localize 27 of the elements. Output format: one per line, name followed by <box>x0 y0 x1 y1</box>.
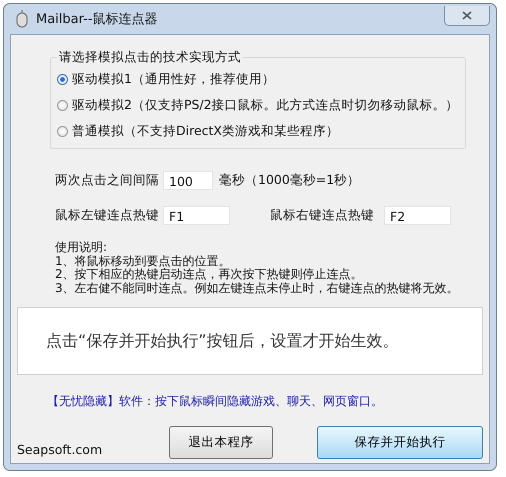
interval-label: 两次点击之间间隔 <box>55 172 159 189</box>
radio-button[interactable] <box>57 126 68 136</box>
group-title: 请选择模拟点击的技术实现方式 <box>58 49 242 66</box>
notice-text: 点击“保存并开始执行”按钮后，设置才开始生效。 <box>46 330 399 352</box>
instruction-line: 1、将鼠标移动到要点击的位置。 <box>55 254 232 268</box>
radio-button[interactable] <box>57 100 68 110</box>
radio-option[interactable]: 驱动模拟1（通用性好，推荐使用） <box>57 66 459 92</box>
instruction-line: 2、按下相应的热键启动连点，再次按下热键则停止连点。 <box>55 268 364 282</box>
interval-field[interactable]: 100 <box>163 171 213 190</box>
hotkey-field[interactable]: F1 <box>163 206 230 225</box>
site-label: Seapsoft.com <box>17 442 104 457</box>
window-title: Mailbar--鼠标连点器 <box>36 11 158 28</box>
hotkey-label: 鼠标左键连点热键 <box>55 207 159 224</box>
exit-button[interactable]: 退出本程序 <box>169 426 273 459</box>
mouse-icon <box>16 10 28 28</box>
unit-label: 毫秒（1000毫秒=1秒） <box>219 172 360 189</box>
instruction-line: 3、左右健不能同时连点。例如左键连点未停止时，右键连点的热键将无效。 <box>55 282 460 295</box>
hotkey-field[interactable]: F2 <box>384 206 451 225</box>
close-icon <box>462 11 472 20</box>
instruction-line: 使用说明: <box>55 241 108 254</box>
save-button[interactable]: 保存并开始执行 <box>317 426 483 459</box>
radio-option[interactable]: 驱动模拟2（仅支持PS/2接口鼠标。此方式连点时切勿移动鼠标。） <box>57 92 459 118</box>
radio-option[interactable]: 普通模拟（不支持DirectX类游戏和某些程序） <box>57 118 459 144</box>
hotkey-label: 鼠标右键连点热键 <box>270 207 374 224</box>
close-button[interactable] <box>444 6 490 26</box>
promo-link[interactable]: 【无忧隐藏】软件：按下鼠标瞬间隐藏游戏、聊天、网页窗口。 <box>47 394 383 408</box>
radio-button[interactable] <box>57 74 68 84</box>
